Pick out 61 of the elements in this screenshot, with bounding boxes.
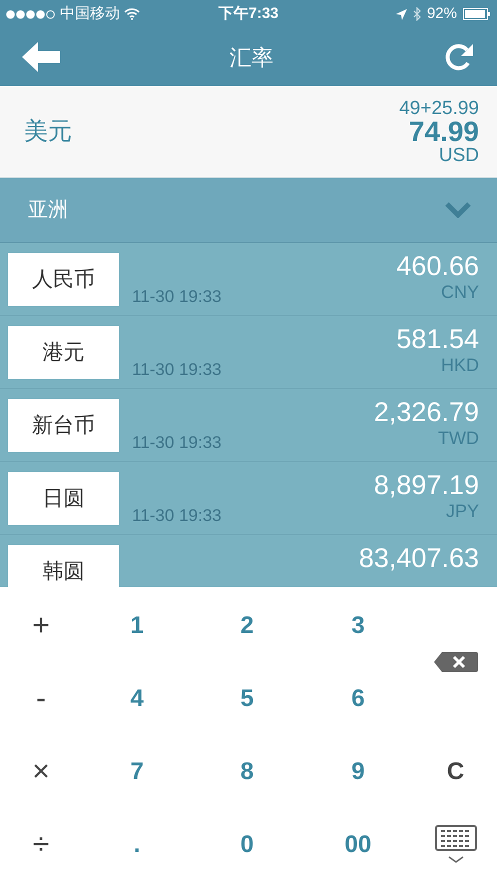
digit-key[interactable]: 3 [302,589,414,662]
rate-row[interactable]: 新台币 11-30 19:33 2,326.79 TWD [0,389,497,462]
update-time: 11-30 19:33 [132,432,222,454]
refresh-icon [443,41,475,73]
currency-name-label: 新台币 [8,399,119,452]
digit-key[interactable]: . [82,808,192,881]
amount-text: 581.54 [396,326,479,353]
battery-icon [463,8,491,20]
section-header[interactable]: 亚洲 [0,178,497,243]
currency-name-label: 人民币 [8,253,119,306]
amount-text: 74.99 [408,118,479,146]
currency-name-label: 港元 [8,326,119,379]
amount-text: 83,407.63 [358,545,479,572]
page-title: 汇率 [230,44,274,72]
currency-name-label: 韩圆 [8,545,119,587]
currency-code: JPY [446,502,479,520]
update-time: 11-30 19:33 [132,286,222,308]
digit-key[interactable]: 4 [82,662,192,735]
digit-key[interactable]: 5 [192,662,302,735]
operator-key[interactable]: ÷ [0,808,82,881]
back-arrow-icon [22,42,60,72]
digit-key[interactable]: 8 [192,735,302,808]
update-time: 11-30 19:33 [132,504,222,526]
operator-key[interactable]: + [0,589,82,662]
operator-key[interactable]: × [0,735,82,808]
currency-code: TWD [438,429,479,447]
currency-name-label: 日圆 [8,472,119,525]
rate-row[interactable]: 韩圆 83,407.63 [0,535,497,587]
digit-key[interactable]: 2 [192,589,302,662]
battery-percent: 92% [426,4,457,24]
wifi-icon [124,8,140,20]
digit-key[interactable]: 00 [302,808,414,881]
refresh-button[interactable] [443,41,475,73]
digit-key[interactable]: 7 [82,735,192,808]
currency-code: USD [438,146,479,164]
bluetooth-icon [412,7,421,21]
rate-row[interactable]: 人民币 11-30 19:33 460.66 CNY [0,243,497,316]
amount-text: 460.66 [396,253,479,280]
base-currency-row[interactable]: 美元 49+25.99 74.99 USD [0,86,497,178]
clear-key[interactable]: C [414,735,497,808]
back-button[interactable] [22,42,60,72]
currency-code: CNY [440,283,479,301]
rate-row[interactable]: 日圆 11-30 19:33 8,897.19 JPY [0,462,497,535]
operator-key[interactable]: - [0,662,82,735]
digit-key[interactable]: 9 [302,735,414,808]
update-time: 11-30 19:33 [132,358,222,380]
amount-text: 2,326.79 [374,399,479,426]
location-icon [396,8,407,20]
amount-text: 8,897.19 [374,472,479,499]
clock-time: 下午7:33 [218,4,279,24]
digit-key[interactable]: 0 [192,808,302,881]
backspace-icon [434,652,478,672]
signal-icon [6,10,56,18]
expression-text: 49+25.99 [399,98,479,118]
digit-key[interactable]: 1 [82,589,192,662]
currency-name: 美元 [24,116,72,146]
carrier-name: 中国移动 [60,4,120,24]
digit-key[interactable]: 6 [302,662,414,735]
rate-row[interactable]: 港元 11-30 19:33 581.54 HKD [0,316,497,389]
currency-code: HKD [440,356,479,374]
keyboard-icon [434,824,476,864]
